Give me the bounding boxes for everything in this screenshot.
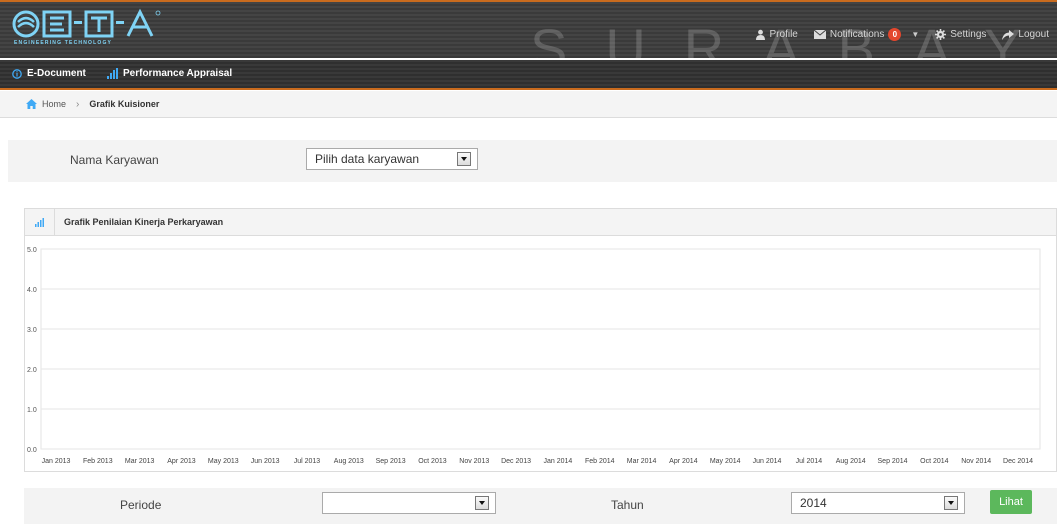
settings-link[interactable]: Settings: [927, 29, 994, 40]
employee-filter-row: Nama Karyawan Pilih data karyawan: [8, 140, 1057, 182]
chart-x-tick-label: May 2013: [208, 458, 239, 465]
chart-canvas: 5.0 4.0 3.0 2.0 1.0 0.0 Jan 2013 Feb 2013 Mar 20…: [27, 247, 1041, 465]
eta-logo[interactable]: ENGINEERING TECHNOLOGY: [12, 8, 172, 50]
tahun-label: Tahun: [611, 498, 644, 512]
logout-label: Logout: [1018, 29, 1049, 40]
breadcrumb-home[interactable]: Home: [26, 99, 66, 109]
breadcrumb-separator-icon: ›: [76, 98, 80, 110]
signal-bars-icon: [107, 68, 118, 79]
chart-panel: Grafik Penilaian Kinerja Perkaryawan 5.0…: [24, 208, 1057, 472]
chart-y-tick-label: 0.0: [27, 447, 37, 454]
chart-x-tick-label: Dec 2014: [1003, 458, 1033, 465]
chart-x-tick-label: Mar 2013: [125, 458, 155, 465]
lihat-button[interactable]: Lihat: [990, 490, 1032, 514]
dropdown-arrow-icon: [475, 496, 489, 510]
module-edocument-label: E-Document: [27, 68, 86, 79]
notifications-link[interactable]: Notifications 0 ▼: [806, 28, 927, 41]
chart-x-tick-label: Sep 2014: [878, 458, 908, 465]
chart-x-tick-label: Oct 2013: [418, 458, 447, 465]
chart-header-icon-cell: [25, 208, 55, 236]
chart-x-tick-label: Jul 2014: [796, 458, 823, 465]
chart-x-tick-label: Jun 2014: [753, 458, 782, 465]
periode-select[interactable]: [322, 492, 496, 514]
employee-label: Nama Karyawan: [70, 153, 159, 167]
chart-x-tick-label: Dec 2013: [501, 458, 531, 465]
module-edocument[interactable]: E-Document: [12, 68, 86, 79]
logo-icon: [12, 8, 161, 38]
chart-x-tick-label: Aug 2014: [836, 458, 866, 465]
chart-x-tick-label: Apr 2014: [669, 458, 698, 465]
chart-x-tick-label: Jan 2013: [42, 458, 71, 465]
chart-panel-header: Grafik Penilaian Kinerja Perkaryawan: [25, 208, 1056, 236]
logout-link[interactable]: Logout: [994, 29, 1057, 40]
chart-x-tick-label: May 2014: [710, 458, 741, 465]
info-circle-icon: [12, 68, 22, 79]
chart-y-tick-label: 3.0: [27, 327, 37, 334]
gear-icon: [935, 29, 947, 40]
chart-title: Grafik Penilaian Kinerja Perkaryawan: [64, 217, 224, 227]
chart-x-tick-label: Feb 2014: [585, 458, 615, 465]
module-bar: E-Document Performance Appraisal: [0, 60, 1057, 90]
dropdown-arrow-icon: [944, 496, 958, 510]
chart-x-tick-label: Sep 2013: [376, 458, 406, 465]
employee-select-value: Pilih data karyawan: [315, 152, 420, 166]
chart-y-tick-label: 5.0: [27, 247, 37, 254]
top-navbar: SURABAYA ENGINEERING TECHNOLOGY Profile …: [0, 0, 1057, 58]
share-arrow-icon: [1002, 29, 1015, 40]
chart-x-tick-label: Aug 2013: [334, 458, 364, 465]
chevron-down-icon[interactable]: ▼: [911, 30, 919, 39]
profile-link[interactable]: Profile: [747, 29, 806, 40]
tahun-select[interactable]: 2014: [791, 492, 965, 514]
notification-count-badge: 0: [888, 28, 902, 41]
chart-x-tick-label: Nov 2013: [459, 458, 489, 465]
settings-label: Settings: [950, 29, 987, 40]
chart-x-tick-label: Mar 2014: [627, 458, 657, 465]
envelope-icon: [813, 30, 826, 39]
chart-x-tick-label: Feb 2013: [83, 458, 113, 465]
tahun-select-value: 2014: [800, 496, 827, 510]
chart-x-tick-label: Nov 2014: [961, 458, 991, 465]
bar-chart-icon: [35, 217, 44, 227]
chart-y-tick-label: 2.0: [27, 367, 37, 374]
period-filter-row: Periode Tahun 2014 Lihat: [24, 488, 1057, 524]
chart-x-tick-label: Jul 2013: [294, 458, 321, 465]
notifications-label: Notifications: [829, 29, 885, 40]
chart-x-tick-label: Oct 2014: [920, 458, 949, 465]
breadcrumb-home-label: Home: [42, 99, 67, 109]
user-icon: [755, 29, 765, 40]
home-icon: [26, 99, 37, 109]
chart-plot-area: [40, 248, 1041, 450]
periode-label: Periode: [120, 498, 162, 512]
employee-select[interactable]: Pilih data karyawan: [306, 148, 478, 170]
chart-x-tick-label: Jun 2013: [251, 458, 280, 465]
logo-tagline: ENGINEERING TECHNOLOGY: [14, 40, 113, 46]
dropdown-arrow-icon: [457, 152, 471, 166]
module-performance-appraisal[interactable]: Performance Appraisal: [107, 68, 232, 79]
profile-label: Profile: [769, 29, 798, 40]
chart-y-tick-label: 4.0: [27, 287, 37, 294]
breadcrumb: Home › Grafik Kuisioner: [0, 91, 1057, 118]
chart-x-tick-label: Apr 2013: [167, 458, 196, 465]
top-nav-links: Profile Notifications 0 ▼ Settings Logou…: [747, 28, 1057, 41]
chart-x-tick-label: Jan 2014: [544, 458, 573, 465]
breadcrumb-current: Grafik Kuisioner: [89, 99, 160, 109]
module-performance-label: Performance Appraisal: [123, 68, 233, 79]
chart-y-tick-label: 1.0: [27, 407, 37, 414]
